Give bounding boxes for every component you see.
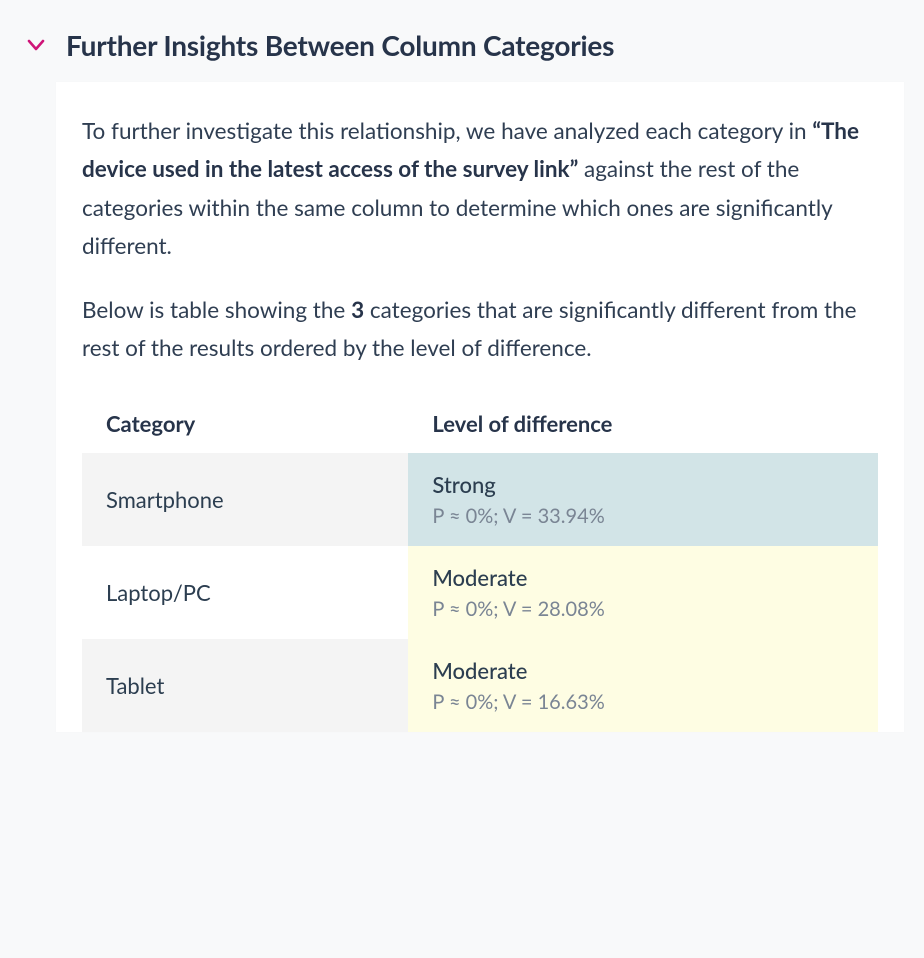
section-title: Further Insights Between Column Categori… [66,28,614,62]
difference-table: Category Level of difference Smartphone … [82,394,878,732]
col-header-level: Level of difference [408,394,878,453]
category-cell: Laptop/PC [82,546,408,639]
bold-count: 3 [351,296,364,323]
intro-paragraph-2: Below is table showing the 3 categories … [82,291,878,368]
level-cell: Moderate P ≈ 0%; V = 28.08% [408,546,878,639]
level-cell: Moderate P ≈ 0%; V = 16.63% [408,639,878,732]
table-header-row: Category Level of difference [82,394,878,453]
level-stats: P ≈ 0%; V = 28.08% [432,597,854,621]
level-label: Moderate [432,657,854,684]
col-header-category: Category [82,394,408,453]
text-span: Below is table showing the [82,296,351,323]
table-row: Tablet Moderate P ≈ 0%; V = 16.63% [82,639,878,732]
insights-card: To further investigate this relationship… [56,82,904,732]
level-stats: P ≈ 0%; V = 16.63% [432,690,854,714]
table-row: Laptop/PC Moderate P ≈ 0%; V = 28.08% [82,546,878,639]
category-cell: Tablet [82,639,408,732]
level-label: Strong [432,471,854,498]
level-stats: P ≈ 0%; V = 33.94% [432,504,854,528]
table-row: Smartphone Strong P ≈ 0%; V = 33.94% [82,453,878,546]
level-cell: Strong P ≈ 0%; V = 33.94% [408,453,878,546]
section-header: Further Insights Between Column Categori… [14,20,910,82]
intro-paragraph-1: To further investigate this relationship… [82,112,878,265]
level-label: Moderate [432,564,854,591]
chevron-down-icon[interactable] [24,33,48,57]
category-cell: Smartphone [82,453,408,546]
text-span: To further investigate this relationship… [82,117,812,144]
